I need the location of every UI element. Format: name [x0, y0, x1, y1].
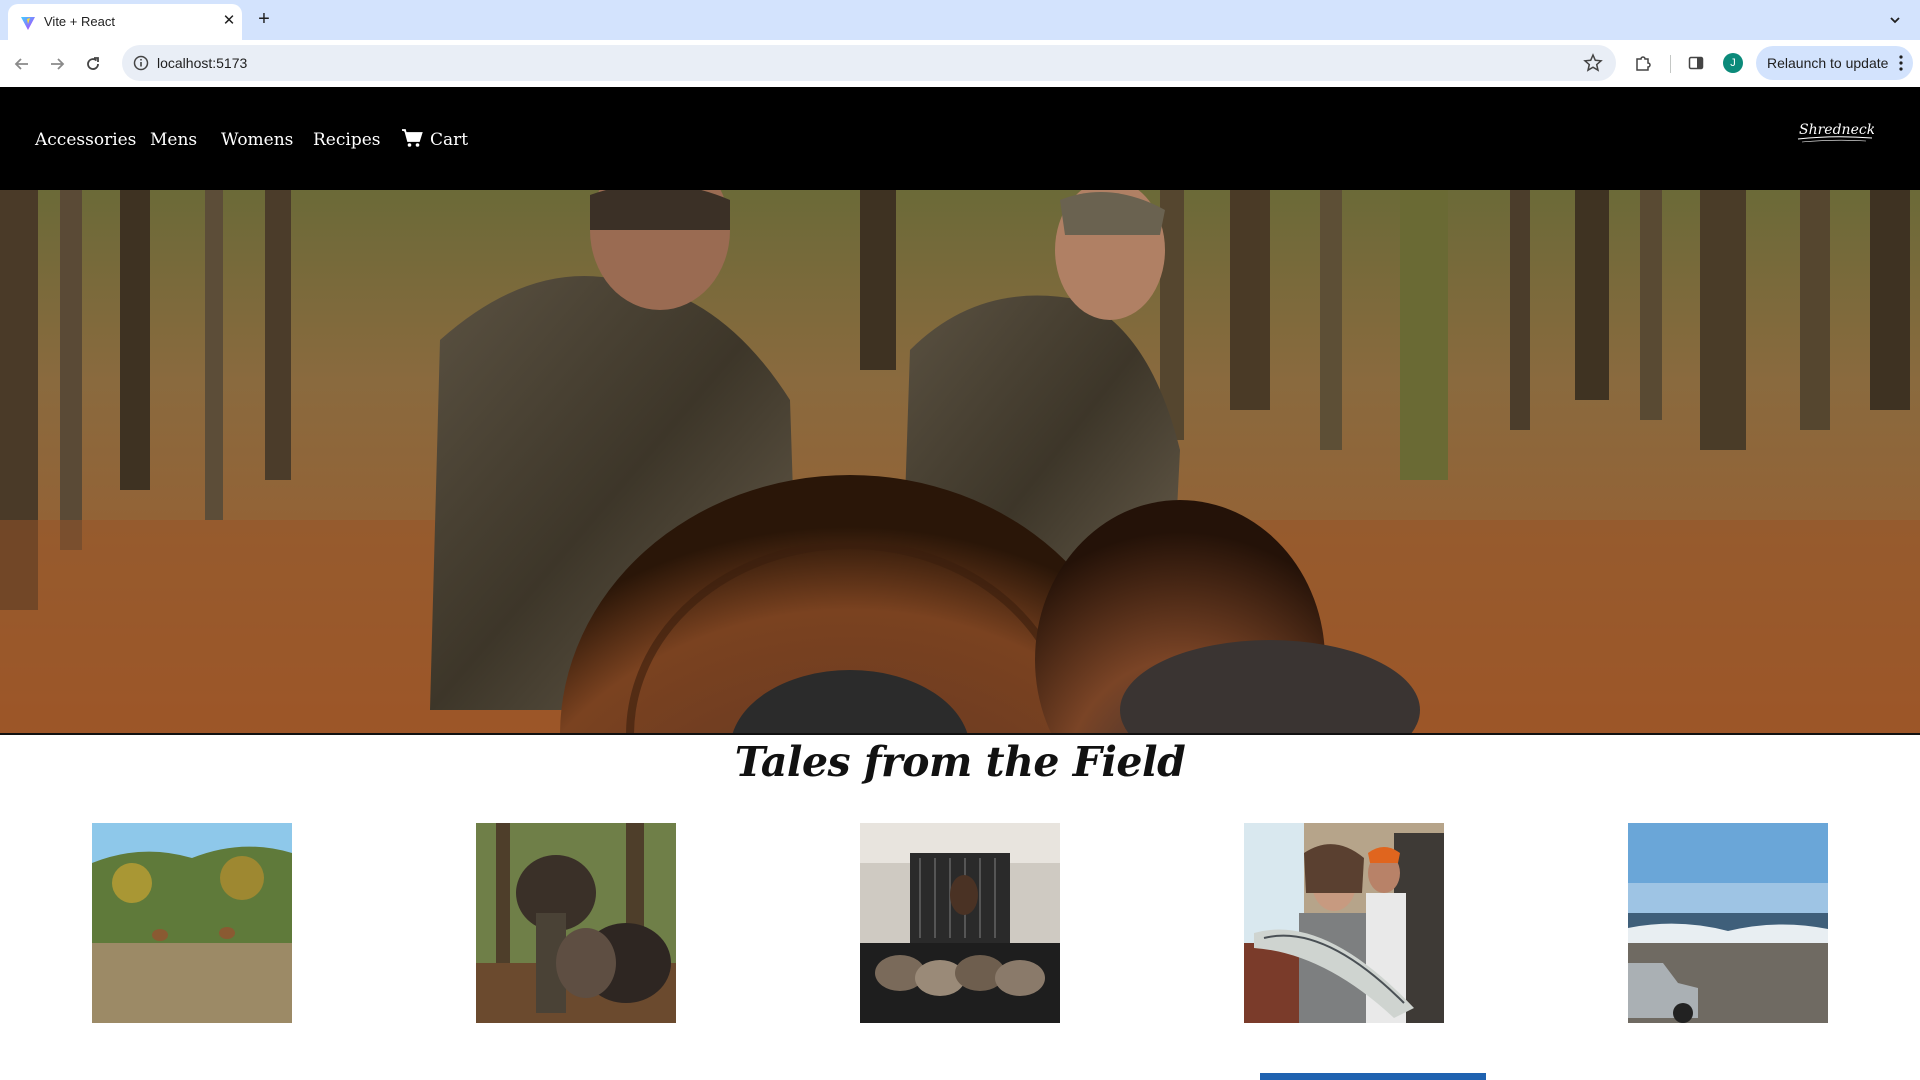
- url-text[interactable]: localhost:5173: [157, 55, 247, 71]
- relaunch-label: Relaunch to update: [1767, 55, 1889, 71]
- nav-recipes[interactable]: Recipes: [313, 130, 381, 150]
- brand-logo[interactable]: Shredneckz: [1796, 117, 1874, 147]
- hero-image: [0, 190, 1920, 735]
- browser-tabstrip: Vite + React ✕ +: [0, 0, 1920, 40]
- story-thumbnail[interactable]: [92, 823, 292, 1023]
- site-header: Accessories Mens Womens Recipes Cart Shr…: [0, 87, 1920, 190]
- story-thumbnail[interactable]: [860, 823, 1060, 1023]
- back-arrow-icon[interactable]: [9, 51, 35, 77]
- svg-text:Shredneckz: Shredneckz: [1799, 122, 1874, 138]
- nav-womens[interactable]: Womens: [221, 130, 293, 150]
- bookmark-star-icon[interactable]: [1582, 52, 1604, 74]
- nav-accessories[interactable]: Accessories: [35, 130, 136, 150]
- tab-title: Vite + React: [44, 14, 115, 29]
- browser-tab[interactable]: Vite + React ✕: [8, 4, 242, 40]
- story-thumbnail[interactable]: [1244, 823, 1444, 1023]
- section-title: Tales from the Field: [734, 738, 1186, 786]
- extensions-icon[interactable]: [1632, 52, 1654, 74]
- relaunch-button[interactable]: Relaunch to update: [1756, 46, 1913, 80]
- story-thumbnail[interactable]: [476, 823, 676, 1023]
- browser-toolbar: localhost:5173 J Relaunch to update: [0, 40, 1920, 87]
- toolbar-divider: [1670, 55, 1671, 73]
- story-thumbnail[interactable]: [1628, 823, 1828, 1023]
- forward-arrow-icon[interactable]: [44, 51, 70, 77]
- vite-logo-icon: [21, 17, 35, 30]
- address-bar[interactable]: localhost:5173: [122, 45, 1616, 81]
- reload-icon[interactable]: [80, 51, 106, 77]
- nav-cart[interactable]: Cart: [430, 130, 468, 150]
- profile-avatar[interactable]: J: [1723, 53, 1743, 73]
- side-panel-icon[interactable]: [1685, 52, 1707, 74]
- tab-search-icon[interactable]: [1882, 8, 1908, 32]
- more-vertical-icon[interactable]: [1896, 54, 1906, 72]
- cart-icon[interactable]: [401, 128, 423, 148]
- site-info-icon[interactable]: [132, 54, 150, 72]
- close-tab-icon[interactable]: ✕: [220, 12, 238, 30]
- accent-bar: [1260, 1073, 1486, 1080]
- nav-mens[interactable]: Mens: [150, 130, 197, 150]
- new-tab-icon[interactable]: +: [252, 8, 276, 32]
